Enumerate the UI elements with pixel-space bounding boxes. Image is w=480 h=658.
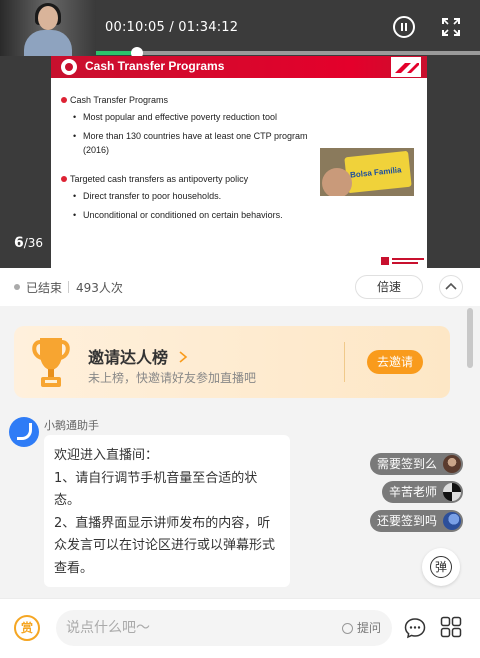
chat-bubble-icon[interactable] [404, 617, 426, 639]
comment-input[interactable] [66, 610, 326, 646]
current-time: 00:10:05 [105, 20, 165, 35]
slide-footer-logo-icon [381, 257, 424, 265]
ask-question-radio[interactable] [342, 623, 353, 634]
bolsa-familia-card-image: Bolsa Família [320, 148, 414, 196]
teacher-camera-thumbnail[interactable] [0, 0, 96, 56]
status-dot-icon [14, 284, 20, 290]
chat-message-bubble: 欢迎进入直播间： 1、请自行调节手机音量至合适的状态。 2、直播界面显示讲师发布… [44, 435, 290, 587]
more-apps-icon[interactable] [440, 616, 462, 638]
slide-title-bar: Cash Transfer Programs [51, 56, 427, 78]
invite-leaderboard-banner[interactable]: 邀请达人榜 未上榜，快邀请好友参加直播吧 去邀请 [14, 326, 450, 398]
playback-time: 00:10:05 / 01:34:12 [105, 20, 239, 35]
danmu-label: 弹 [430, 556, 452, 578]
playback-speed-button[interactable]: 倍速 [355, 275, 423, 299]
user-avatar [443, 483, 461, 501]
pause-icon[interactable] [393, 16, 415, 38]
presentation-slide: Cash Transfer Programs Cash Transfer Pro… [51, 56, 427, 268]
progress-bar[interactable] [96, 47, 480, 59]
collapse-button[interactable] [439, 275, 463, 299]
danmu-message[interactable]: 需要签到么 [369, 453, 463, 475]
slide-bullet: Direct transfer to poor households. [61, 189, 321, 203]
comment-input-container[interactable]: 提问 [56, 610, 392, 646]
view-count: 493人次 [76, 281, 123, 295]
assistant-avatar[interactable] [9, 417, 39, 447]
divider [344, 342, 345, 382]
danmu-message[interactable]: 还要签到吗 [369, 510, 463, 532]
user-avatar [443, 455, 461, 473]
live-info-bar: 已结束 493人次 倍速 [0, 268, 480, 306]
fullscreen-icon[interactable] [442, 18, 460, 36]
message-line: 1、请自行调节手机音量至合适的状态。 [54, 470, 258, 509]
danmu-message[interactable]: 辛苦老师 [381, 481, 463, 503]
slide-section: Cash Transfer Programs [61, 95, 421, 105]
video-player[interactable]: 00:10:05 / 01:34:12 Cash Transfer Progra… [0, 0, 480, 268]
ask-question-label[interactable]: 提问 [357, 619, 381, 636]
chevron-up-icon [445, 282, 457, 290]
comment-input-bar: 赏 提问 [0, 598, 480, 658]
message-line: 欢迎进入直播间： [54, 448, 159, 463]
slide-page-indicator: 6/36 [14, 235, 44, 251]
message-line: 2、直播界面显示讲师发布的内容，听众发言可以在讨论区进行或以弹幕形式查看。 [54, 515, 276, 576]
invite-subtitle: 未上榜，快邀请好友参加直播吧 [88, 371, 257, 385]
invite-title[interactable]: 邀请达人榜 [88, 344, 188, 368]
live-status: 已结束 [26, 281, 63, 295]
user-avatar [443, 512, 461, 530]
university-logo-icon [61, 59, 77, 75]
slide-bullet: Unconditional or conditioned on certain … [61, 208, 321, 222]
message-sender: 小鹅通助手 [44, 419, 99, 432]
go-invite-button[interactable]: 去邀请 [367, 350, 423, 374]
reward-button[interactable]: 赏 [14, 615, 40, 641]
scrollbar[interactable] [467, 308, 473, 368]
danmu-toggle-button[interactable]: 弹 [422, 548, 460, 586]
chevron-right-icon [179, 351, 187, 363]
slide-bullet: Most popular and effective poverty reduc… [61, 110, 321, 124]
total-time: 01:34:12 [178, 20, 239, 35]
slide-corner-logo-icon [391, 57, 421, 77]
slide-bullet: More than 130 countries have at least on… [61, 129, 321, 157]
slide-title: Cash Transfer Programs [85, 59, 225, 73]
discussion-area[interactable]: 邀请达人榜 未上榜，快邀请好友参加直播吧 去邀请 小鹅通助手 欢迎进入直播间： … [0, 306, 480, 598]
trophy-icon [32, 338, 70, 387]
divider [68, 281, 69, 293]
